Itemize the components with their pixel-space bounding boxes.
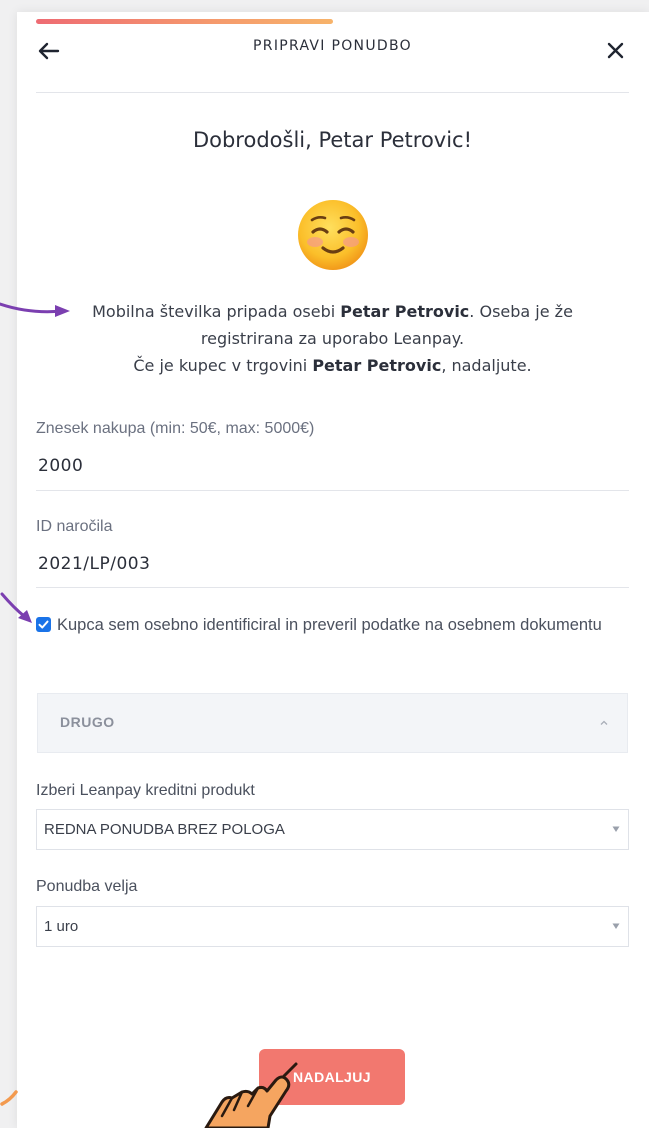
validity-select-value: 1 uro <box>44 918 79 935</box>
info-line2-prefix: Če je kupec v trgovini <box>133 356 313 375</box>
order-id-label: ID naročila <box>36 518 113 535</box>
welcome-title: Dobrodošli, Petar Petrovic! <box>192 128 473 152</box>
info-line2-name: Petar Petrovic <box>312 356 442 375</box>
product-select-value: REDNA PONUDBA BREZ POLOGA <box>44 821 285 838</box>
other-accordion[interactable]: DRUGO <box>37 693 628 753</box>
accordion-label: DRUGO <box>60 714 115 730</box>
info-line1-prefix: Mobilna številka pripada osebi <box>92 302 341 321</box>
identity-check-row: Kupca sem osebno identificiral in prever… <box>36 611 606 639</box>
checkmark-icon <box>38 620 49 629</box>
order-id-underline <box>36 587 629 588</box>
continue-button[interactable]: NADALJUJ <box>259 1049 405 1105</box>
info-line1-name: Petar Petrovic <box>340 302 470 321</box>
header-divider <box>36 92 629 93</box>
order-id-field[interactable]: 2021/LP/003 <box>38 554 150 574</box>
amount-underline <box>36 490 629 491</box>
page-title: PRIPRAVI PONUDBO <box>253 38 412 54</box>
dropdown-arrow-icon <box>612 826 620 832</box>
chevron-up-icon <box>600 720 608 725</box>
amount-label: Znesek nakupa (min: 50€, max: 5000€) <box>36 420 315 437</box>
progress-bar <box>36 19 333 24</box>
header: PRIPRAVI PONUDBO <box>36 28 629 92</box>
close-icon <box>607 42 624 59</box>
screen: PRIPRAVI PONUDBO Dobrodošli, Petar Petro… <box>0 0 649 1128</box>
dropdown-arrow-icon <box>612 923 620 929</box>
owner-info-text: Mobilna številka pripada osebi Petar Pet… <box>56 298 609 379</box>
identity-checkbox[interactable] <box>36 617 51 632</box>
product-label: Izberi Leanpay kreditni produkt <box>36 782 255 799</box>
validity-select[interactable]: 1 uro <box>36 906 629 947</box>
smiling-face-icon <box>298 200 368 270</box>
identity-check-label: Kupca sem osebno identificiral in prever… <box>57 616 602 634</box>
product-select[interactable]: REDNA PONUDBA BREZ POLOGA <box>36 809 629 850</box>
info-line2-suffix: , nadaljute. <box>441 356 532 375</box>
amount-field[interactable]: 2000 <box>38 456 83 476</box>
close-button[interactable] <box>595 34 629 68</box>
validity-label: Ponudba velja <box>36 878 138 895</box>
